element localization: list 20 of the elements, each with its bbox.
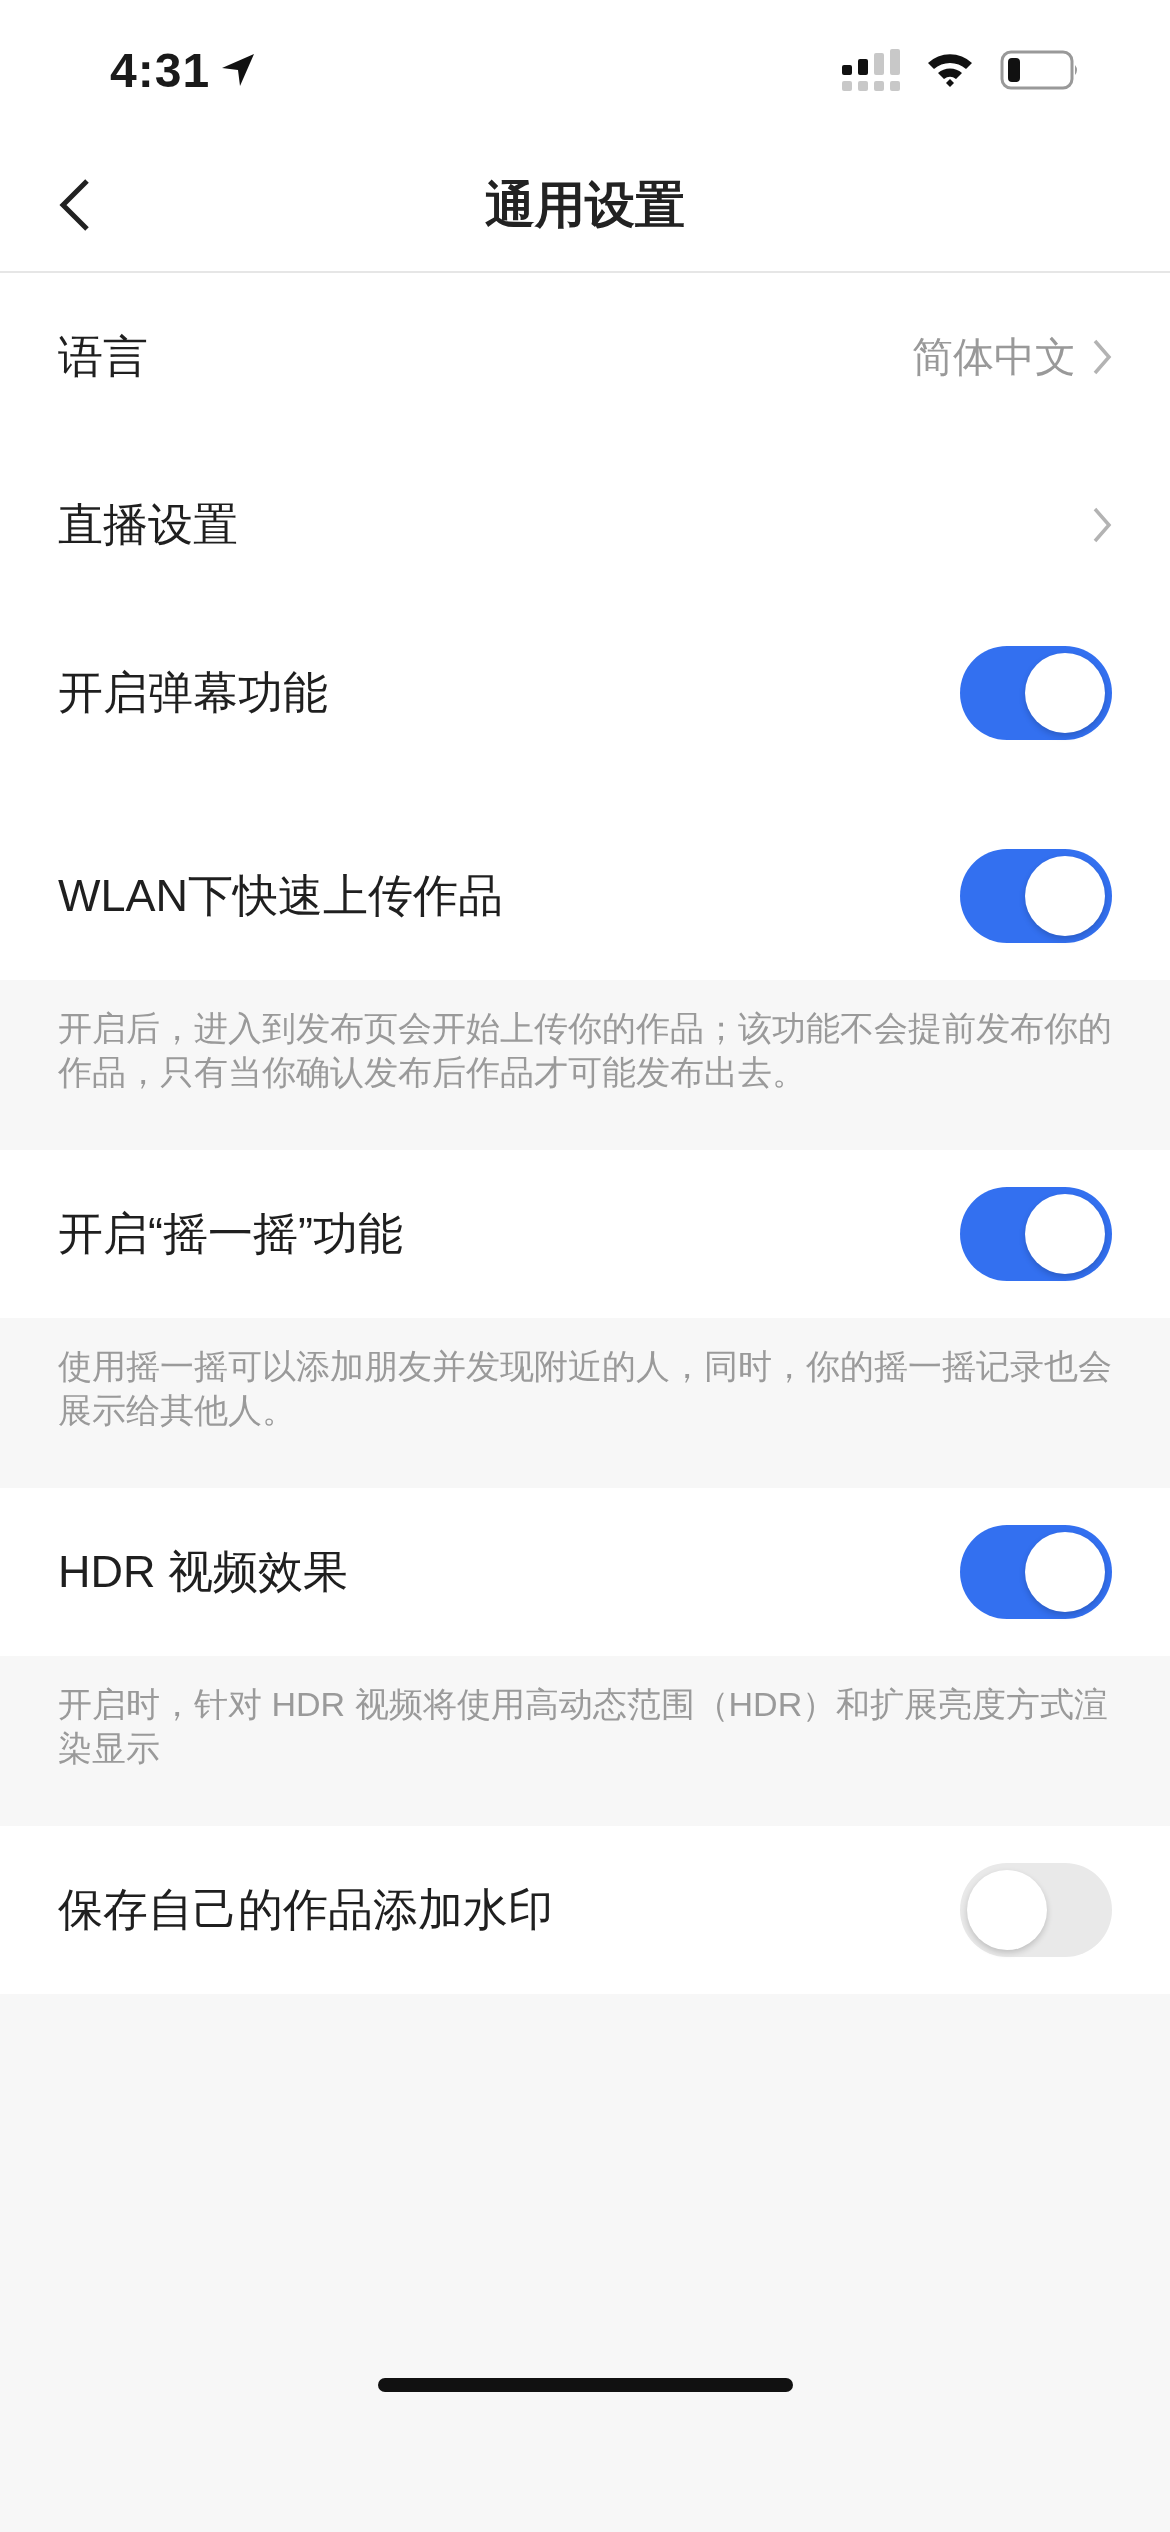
setting-description: 使用摇一摇可以添加朋友并发现附近的人，同时，你的摇一摇记录也会展示给其他人。 [58, 1346, 1112, 1431]
row-label: 开启弹幕功能 [58, 666, 328, 720]
row-label: 开启“摇一摇”功能 [58, 1207, 403, 1261]
settings-row[interactable]: 直播设置 [0, 441, 1170, 609]
status-time: 4:31 [110, 42, 211, 98]
chevron-right-icon [1092, 506, 1112, 544]
battery-icon [1000, 50, 1080, 90]
page-title: 通用设置 [485, 176, 685, 235]
setting-description: 开启后，进入到发布页会开始上传你的作品；该功能不会提前发布你的作品，只有当你确认发布后作品才可能发布出去。 [58, 1008, 1112, 1093]
row-label: 语言 [58, 330, 148, 384]
row-value: 简体中文 [912, 332, 1076, 382]
row-label: WLAN下快速上传作品 [58, 869, 503, 923]
signal-icon [842, 49, 900, 91]
row-label: HDR 视频效果 [58, 1545, 348, 1599]
settings-row[interactable]: 语言 简体中文 [0, 273, 1170, 441]
wifi-icon [926, 51, 974, 89]
row-label: 直播设置 [58, 498, 238, 552]
setting-description: 开启时，针对 HDR 视频将使用高动态范围（HDR）和扩展亮度方式渲染显示 [58, 1684, 1110, 1769]
row-label: 保存自己的作品添加水印 [58, 1883, 553, 1937]
chevron-right-icon [1092, 338, 1112, 376]
